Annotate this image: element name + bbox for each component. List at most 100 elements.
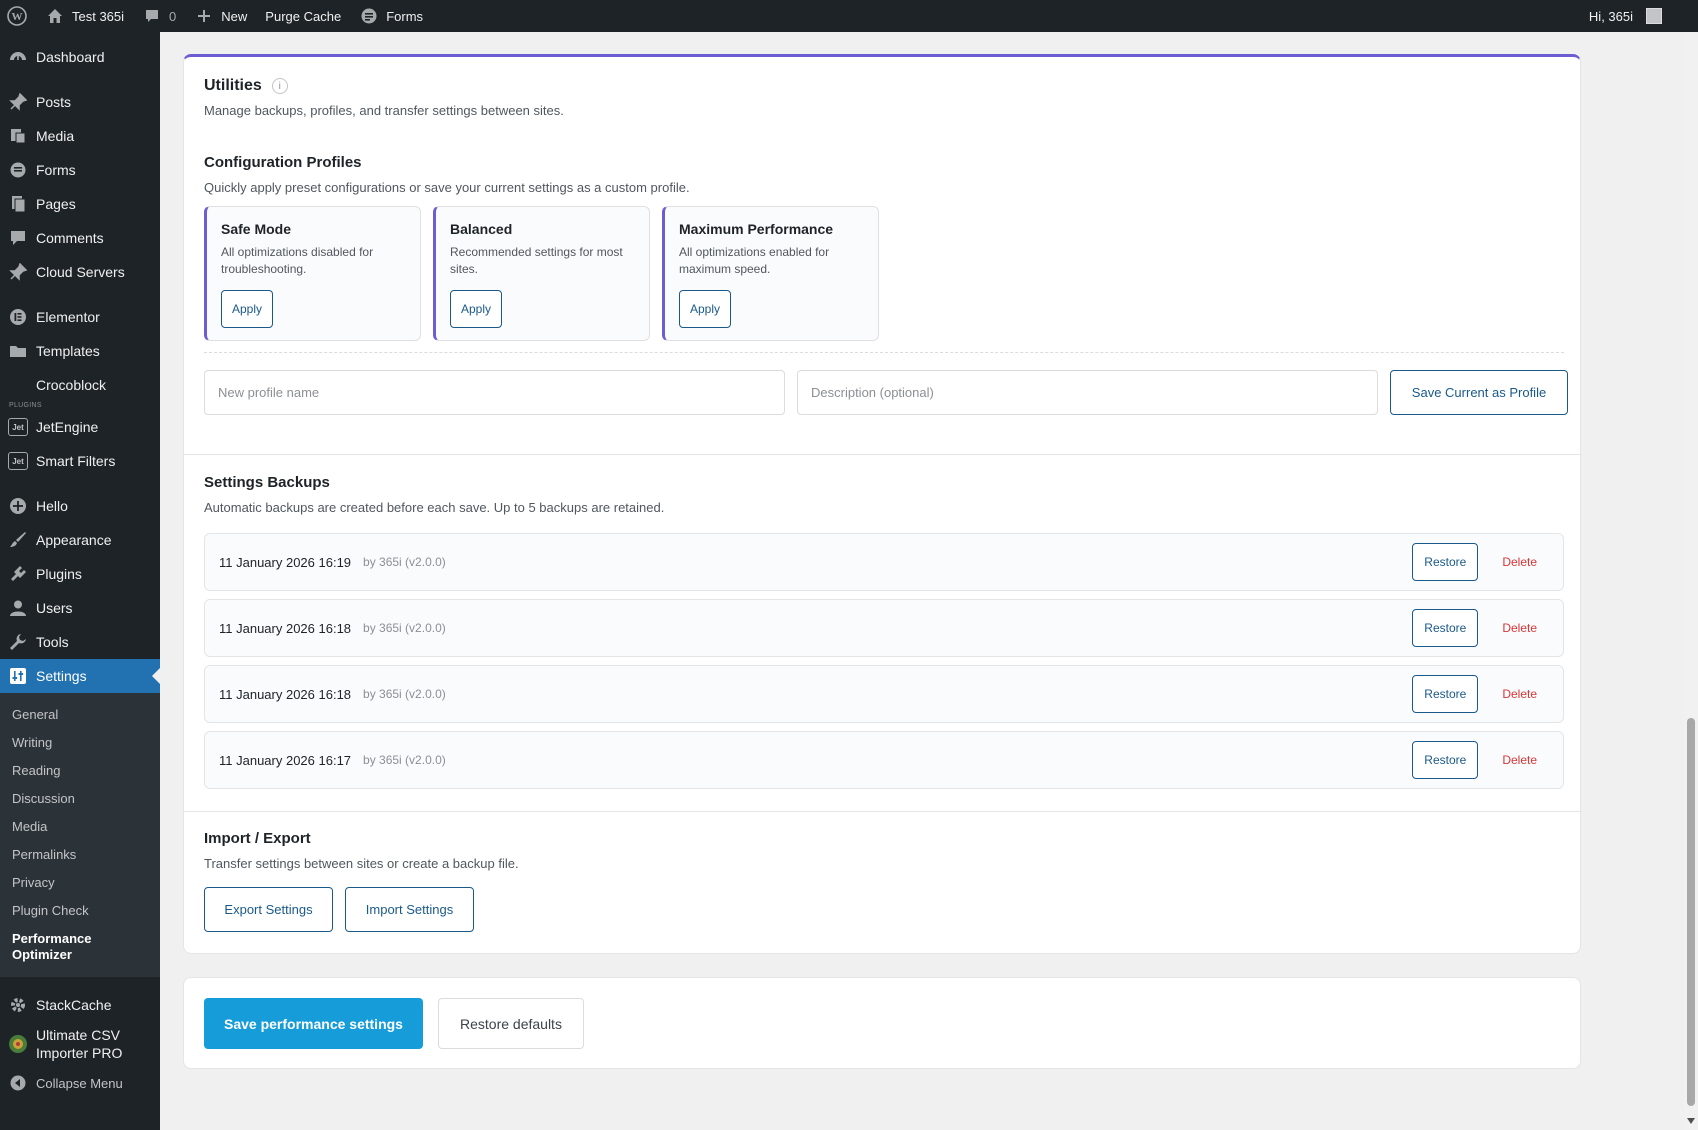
plus-circle-icon <box>8 496 28 516</box>
save-performance-settings-button[interactable]: Save performance settings <box>204 998 423 1049</box>
folder-icon <box>8 341 28 361</box>
menu-users[interactable]: Users <box>0 591 160 625</box>
menu-label: Crocoblock <box>36 377 107 393</box>
site-name: Test 365i <box>72 8 125 24</box>
submenu-general[interactable]: General <box>0 701 160 729</box>
backups-title: Settings Backups <box>204 474 330 491</box>
submenu-discussion[interactable]: Discussion <box>0 785 160 813</box>
backup-row: 11 January 2026 16:17 by 365i (v2.0.0) R… <box>204 731 1564 789</box>
plugin-icon <box>8 564 28 584</box>
delete-button[interactable]: Delete <box>1490 555 1549 569</box>
submenu-plugin-check[interactable]: Plugin Check <box>0 897 160 925</box>
menu-jetengine[interactable]: Jet JetEngine <box>0 410 160 444</box>
menu-dashboard[interactable]: Dashboard <box>0 40 160 74</box>
profiles-divider <box>204 352 1564 353</box>
menu-label: Collapse Menu <box>36 1075 123 1091</box>
restore-button[interactable]: Restore <box>1412 543 1479 581</box>
wrench-icon <box>8 632 28 652</box>
dashboard-icon <box>8 47 28 67</box>
menu-posts[interactable]: Posts <box>0 85 160 119</box>
csv-icon <box>8 1034 28 1054</box>
svg-text:W: W <box>12 11 23 23</box>
profile-description: All optimizations enabled for maximum sp… <box>679 245 830 276</box>
my-account-link[interactable]: Hi, 365i <box>1580 0 1698 32</box>
delete-button[interactable]: Delete <box>1490 753 1549 767</box>
jetengine-icon: Jet <box>8 417 28 437</box>
menu-label: Forms <box>36 162 76 178</box>
submenu-writing[interactable]: Writing <box>0 729 160 757</box>
apply-safe-mode-button[interactable]: Apply <box>221 290 274 328</box>
restore-button[interactable]: Restore <box>1412 741 1479 779</box>
menu-label: Posts <box>36 94 72 110</box>
menu-settings[interactable]: Settings <box>0 659 160 693</box>
backup-row: 11 January 2026 16:19 by 365i (v2.0.0) R… <box>204 533 1564 591</box>
comments-link[interactable]: 0 <box>133 0 185 32</box>
restore-button[interactable]: Restore <box>1412 609 1479 647</box>
utilities-header: Utilities i Manage backups, profiles, an… <box>204 77 564 118</box>
admin-sidebar: Dashboard Posts Media Forms Pages Commen… <box>0 32 160 1130</box>
restore-button[interactable]: Restore <box>1412 675 1479 713</box>
menu-crocoblock[interactable]: Crocoblock <box>0 368 160 402</box>
purge-cache-link[interactable]: Purge Cache <box>256 0 350 32</box>
menu-stackcache[interactable]: StackCache <box>0 988 160 1022</box>
menu-label: Appearance <box>36 532 112 548</box>
menu-label: Plugins <box>36 566 82 582</box>
apply-maximum-performance-button[interactable]: Apply <box>679 290 732 328</box>
menu-media[interactable]: Media <box>0 119 160 153</box>
menu-forms[interactable]: Forms <box>0 153 160 187</box>
menu-tools[interactable]: Tools <box>0 625 160 659</box>
menu-pages[interactable]: Pages <box>0 187 160 221</box>
forms-icon <box>359 6 379 26</box>
backup-date: 11 January 2026 16:19 <box>219 554 352 570</box>
profile-name-input[interactable] <box>204 370 785 415</box>
menu-label: Hello <box>36 498 68 514</box>
page-scrollbar[interactable] <box>1684 32 1698 1130</box>
menu-smart-filters[interactable]: Jet Smart Filters <box>0 444 160 478</box>
apply-balanced-button[interactable]: Apply <box>450 290 503 328</box>
menu-cloud-servers[interactable]: Cloud Servers <box>0 255 160 289</box>
menu-ultimate-csv[interactable]: Ultimate CSV Importer PRO <box>0 1022 160 1066</box>
section-divider <box>184 454 1582 455</box>
submenu-privacy[interactable]: Privacy <box>0 869 160 897</box>
delete-button[interactable]: Delete <box>1490 687 1549 701</box>
menu-collapse[interactable]: Collapse Menu <box>0 1066 160 1100</box>
menu-comments[interactable]: Comments <box>0 221 160 255</box>
menu-appearance[interactable]: Appearance <box>0 523 160 557</box>
restore-defaults-button[interactable]: Restore defaults <box>438 998 584 1049</box>
backup-date: 11 January 2026 16:18 <box>219 620 352 636</box>
new-content-link[interactable]: New <box>185 0 256 32</box>
backup-meta: by 365i (v2.0.0) <box>363 621 446 635</box>
delete-button[interactable]: Delete <box>1490 621 1549 635</box>
menu-elementor[interactable]: Elementor <box>0 300 160 334</box>
profile-description-input[interactable] <box>797 370 1378 415</box>
admin-bar: W Test 365i 0 New Purge Cache Forms Hi, … <box>0 0 1698 32</box>
plus-icon <box>194 6 214 26</box>
menu-hello[interactable]: Hello <box>0 489 160 523</box>
configuration-profiles-section: Configuration Profiles Quickly apply pre… <box>204 154 1568 415</box>
scrollbar-thumb[interactable] <box>1687 718 1695 1106</box>
utilities-panel: Utilities i Manage backups, profiles, an… <box>183 54 1582 954</box>
forms-link[interactable]: Forms <box>350 0 432 32</box>
menu-plugins[interactable]: Plugins <box>0 557 160 591</box>
profiles-subtitle: Quickly apply preset configurations or s… <box>204 180 690 195</box>
backup-actions: Restore Delete <box>1412 741 1549 779</box>
wordpress-icon: W <box>7 6 27 26</box>
scroll-down-arrow-icon[interactable] <box>1687 1118 1695 1128</box>
site-name-link[interactable]: Test 365i <box>36 0 133 32</box>
collapse-icon <box>8 1073 28 1093</box>
submenu-performance-optimizer[interactable]: Performance Optimizer <box>0 925 110 969</box>
wordpress-logo[interactable]: W <box>0 0 36 32</box>
submenu-reading[interactable]: Reading <box>0 757 160 785</box>
menu-label: StackCache <box>36 997 112 1013</box>
export-settings-button[interactable]: Export Settings <box>204 887 333 932</box>
menu-templates[interactable]: Templates <box>0 334 160 368</box>
backup-meta: by 365i (v2.0.0) <box>363 753 446 767</box>
profile-card-balanced: Balanced Recommended settings for most s… <box>433 206 650 341</box>
import-settings-button[interactable]: Import Settings <box>345 887 474 932</box>
purge-cache-label: Purge Cache <box>265 8 342 24</box>
submenu-permalinks[interactable]: Permalinks <box>0 841 160 869</box>
info-icon[interactable]: i <box>271 78 288 94</box>
save-current-as-profile-button[interactable]: Save Current as Profile <box>1390 370 1568 415</box>
submenu-media[interactable]: Media <box>0 813 160 841</box>
menu-label: Media <box>36 128 75 144</box>
